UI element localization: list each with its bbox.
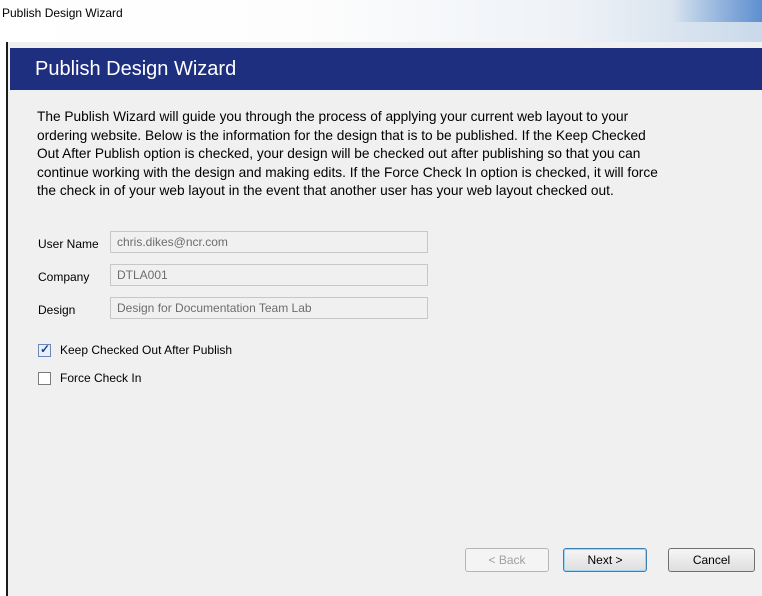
user-name-label: User Name xyxy=(38,237,99,251)
design-field[interactable]: Design for Documentation Team Lab xyxy=(110,297,428,319)
window-titlebar[interactable]: Publish Design Wizard xyxy=(0,0,762,42)
back-button[interactable]: < Back xyxy=(465,548,549,572)
intro-line: continue working with the design and mak… xyxy=(37,164,658,180)
window-title: Publish Design Wizard xyxy=(2,6,123,20)
wizard-banner: Publish Design Wizard xyxy=(10,48,762,90)
intro-line: the check in of your web layout in the e… xyxy=(37,183,614,198)
intro-text: The Publish Wizard will guide you throug… xyxy=(37,108,737,201)
keep-checked-out-checkbox[interactable]: ✓ xyxy=(38,342,51,357)
force-check-in-label[interactable]: Force Check In xyxy=(60,371,141,385)
keep-checked-out-label[interactable]: Keep Checked Out After Publish xyxy=(60,343,232,357)
checkmark-icon: ✓ xyxy=(40,342,51,356)
intro-line: The Publish Wizard will guide you throug… xyxy=(37,109,629,124)
force-check-in-checkbox[interactable] xyxy=(38,372,51,385)
intro-line: ordering website. Below is the informati… xyxy=(37,127,646,143)
titlebar-glass xyxy=(672,0,762,22)
intro-line: Out After Publish option is checked, you… xyxy=(37,146,641,161)
company-field[interactable]: DTLA001 xyxy=(110,264,428,286)
banner-title: Publish Design Wizard xyxy=(35,58,237,80)
user-name-field[interactable]: chris.dikes@ncr.com xyxy=(110,231,428,253)
cancel-button[interactable]: Cancel xyxy=(668,548,755,572)
next-button[interactable]: Next > xyxy=(563,548,647,572)
company-label: Company xyxy=(38,270,90,284)
design-label: Design xyxy=(38,303,76,317)
